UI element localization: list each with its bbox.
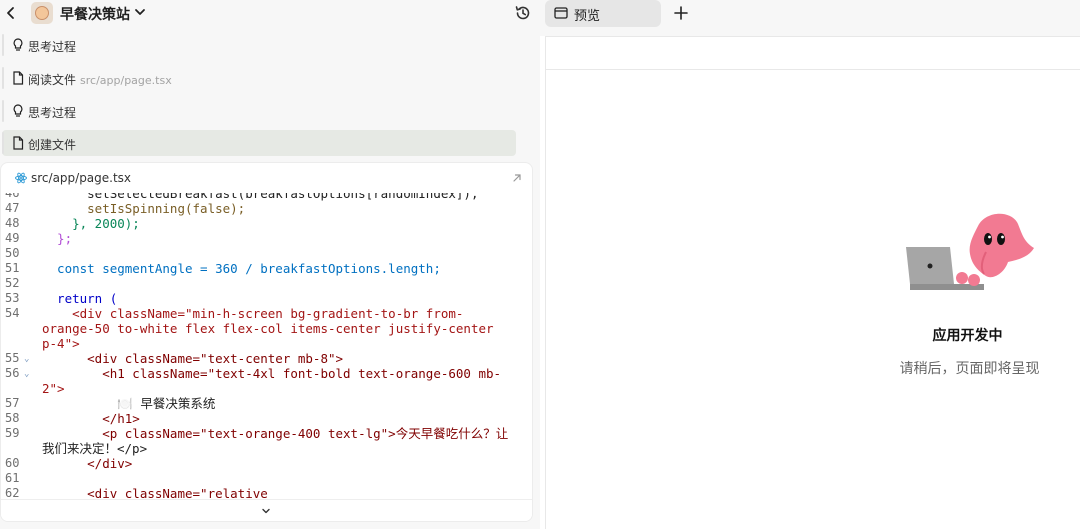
top-bar: 早餐决策站 <box>0 0 540 28</box>
code-card: src/app/page.tsx 46 setSelectedBreakfast… <box>0 162 533 522</box>
project-title[interactable]: 早餐决策站 <box>60 4 130 24</box>
lightbulb-icon <box>13 104 23 117</box>
step-create-file[interactable]: 创建文件 <box>2 130 516 156</box>
code-line: 61 <box>5 471 20 485</box>
fold-chevron-icon[interactable]: ⌄ <box>24 352 29 367</box>
preview-address-bar[interactable] <box>545 36 1080 70</box>
step-file-path: src/app/page.tsx <box>80 74 172 87</box>
add-tab-icon[interactable] <box>672 4 690 22</box>
code-line: 48 }, 2000); <box>5 216 140 231</box>
code-line: 59 <p className="text-orange-400 text-lg… <box>5 426 509 441</box>
file-icon <box>13 71 24 85</box>
code-line: 62 <div className="relative <box>5 486 268 499</box>
dev-status-subtitle: 请稍后，页面即将呈现 <box>899 361 1040 377</box>
step-label: 创建文件 <box>28 138 77 152</box>
code-card-header: src/app/page.tsx <box>1 163 532 193</box>
fold-chevron-icon[interactable]: ⌄ <box>24 367 29 382</box>
dev-status-title: 应用开发中 <box>932 328 1003 344</box>
code-card-footer <box>1 499 532 521</box>
back-icon <box>7 7 14 19</box>
code-line: 56 ⌄ <h1 className="text-4xl font-bold te… <box>5 366 502 382</box>
code-line: 53 return ( <box>5 291 118 306</box>
chat-pane: 早餐决策站 思考过程 阅读文件 src/app/page.tsx 思考过程 创建… <box>0 0 540 529</box>
code-line: 57 🍽️ 早餐决策系统 <box>5 396 216 411</box>
code-line: 58 </h1> <box>5 411 140 426</box>
code-line: orange-50 to-white flex flex-col items-c… <box>42 321 494 336</box>
open-external-icon[interactable] <box>511 172 523 184</box>
step-label: 思考过程 <box>28 40 77 54</box>
file-icon <box>13 136 24 150</box>
step-label: 思考过程 <box>28 106 77 120</box>
app-root: 早餐决策站 思考过程 阅读文件 src/app/page.tsx 思考过程 创建… <box>0 0 1080 529</box>
mascot-laptop-illustration <box>906 213 1034 290</box>
step-thinking-1[interactable]: 思考过程 <box>2 32 516 58</box>
code-file-name: src/app/page.tsx <box>31 171 132 185</box>
code-line: 55 ⌄ <div className="text-center mb-8"> <box>5 351 344 367</box>
tab-preview[interactable]: 预览 <box>545 0 661 27</box>
code-line: 54 <div className="min-h-screen bg-gradi… <box>5 306 464 321</box>
code-line: 49 }; <box>5 231 73 246</box>
code-line: 我们来决定！</p> <box>42 441 148 456</box>
step-label: 阅读文件 <box>28 73 77 87</box>
back-button[interactable] <box>2 4 20 22</box>
tab-preview-label: 预览 <box>574 9 601 24</box>
code-line: 46 setSelectedBreakfast(breakfastOptions… <box>5 193 479 201</box>
lightbulb-icon <box>13 38 23 51</box>
preview-content <box>545 70 1080 529</box>
expand-chevron-icon[interactable] <box>260 505 272 517</box>
code-line: 47 setIsSpinning(false); <box>5 201 246 216</box>
preview-pane: 预览 应用开发中 请稍后，页面即将呈现 <box>540 0 1080 529</box>
browser-window-icon <box>554 7 568 19</box>
history-icon[interactable] <box>514 4 532 22</box>
project-logo <box>31 2 53 24</box>
react-icon <box>15 172 27 184</box>
code-editor[interactable]: 46 setSelectedBreakfast(breakfastOptions… <box>1 193 532 499</box>
code-line: 52 <box>5 276 20 290</box>
code-line: 2"> <box>42 381 65 396</box>
code-line: 60 </div> <box>5 456 133 471</box>
step-read-file[interactable]: 阅读文件 src/app/page.tsx <box>2 65 516 91</box>
code-line: p-4"> <box>42 336 80 351</box>
code-line: 51 const segmentAngle = 360 / breakfastO… <box>5 261 441 276</box>
step-thinking-2[interactable]: 思考过程 <box>2 98 516 124</box>
chevron-down-icon[interactable] <box>133 5 147 19</box>
preview-tabbar: 预览 <box>540 0 1080 36</box>
code-line: 50 <box>5 246 20 260</box>
